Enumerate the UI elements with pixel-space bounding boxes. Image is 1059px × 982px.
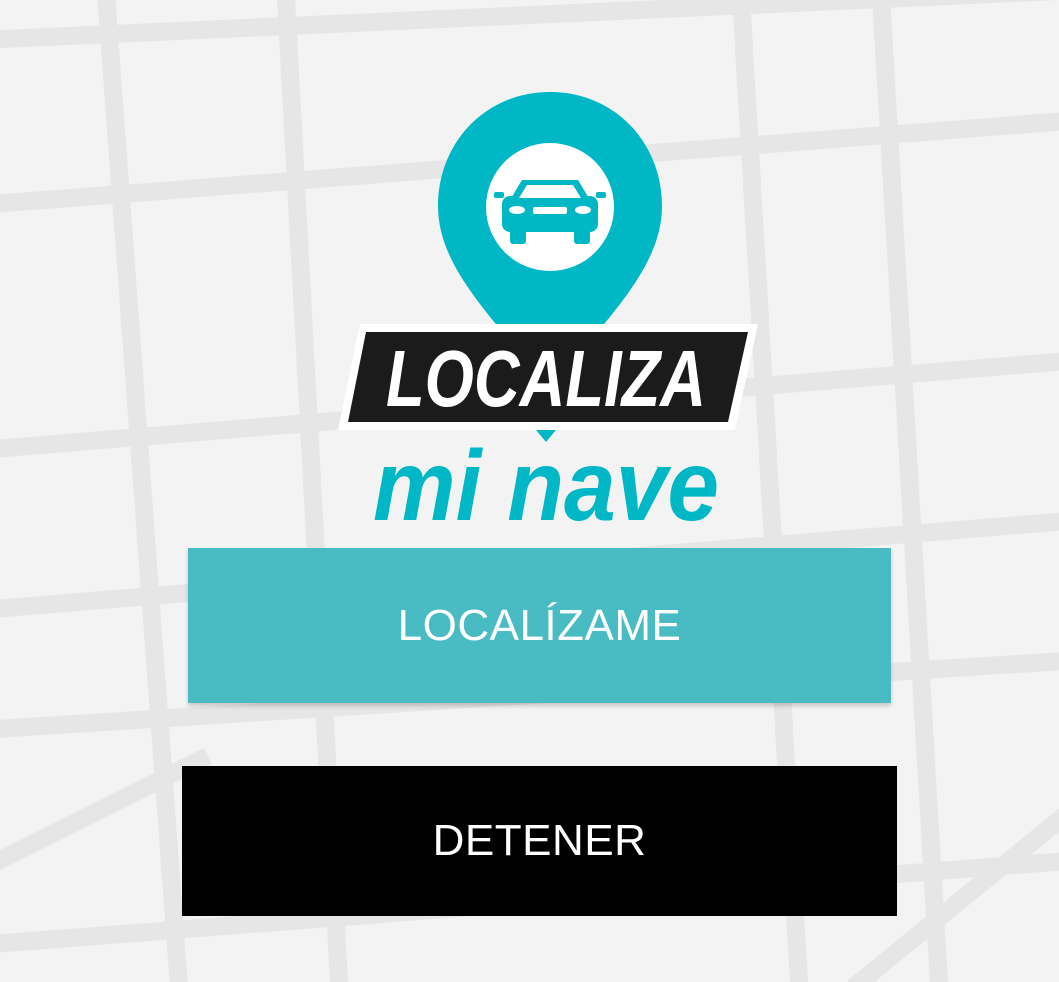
locate-me-button[interactable]: LOCALÍZAME	[188, 548, 891, 703]
locate-me-button-label: LOCALÍZAME	[397, 600, 682, 650]
logo-line-localiza: LOCALIZA	[386, 334, 706, 423]
logo-line-mi-nave: mi nave	[373, 430, 719, 538]
stop-button[interactable]: DETENER	[182, 766, 897, 916]
app-logo: LOCALIZA mi nave	[338, 92, 758, 538]
stop-button-label: DETENER	[432, 816, 647, 865]
